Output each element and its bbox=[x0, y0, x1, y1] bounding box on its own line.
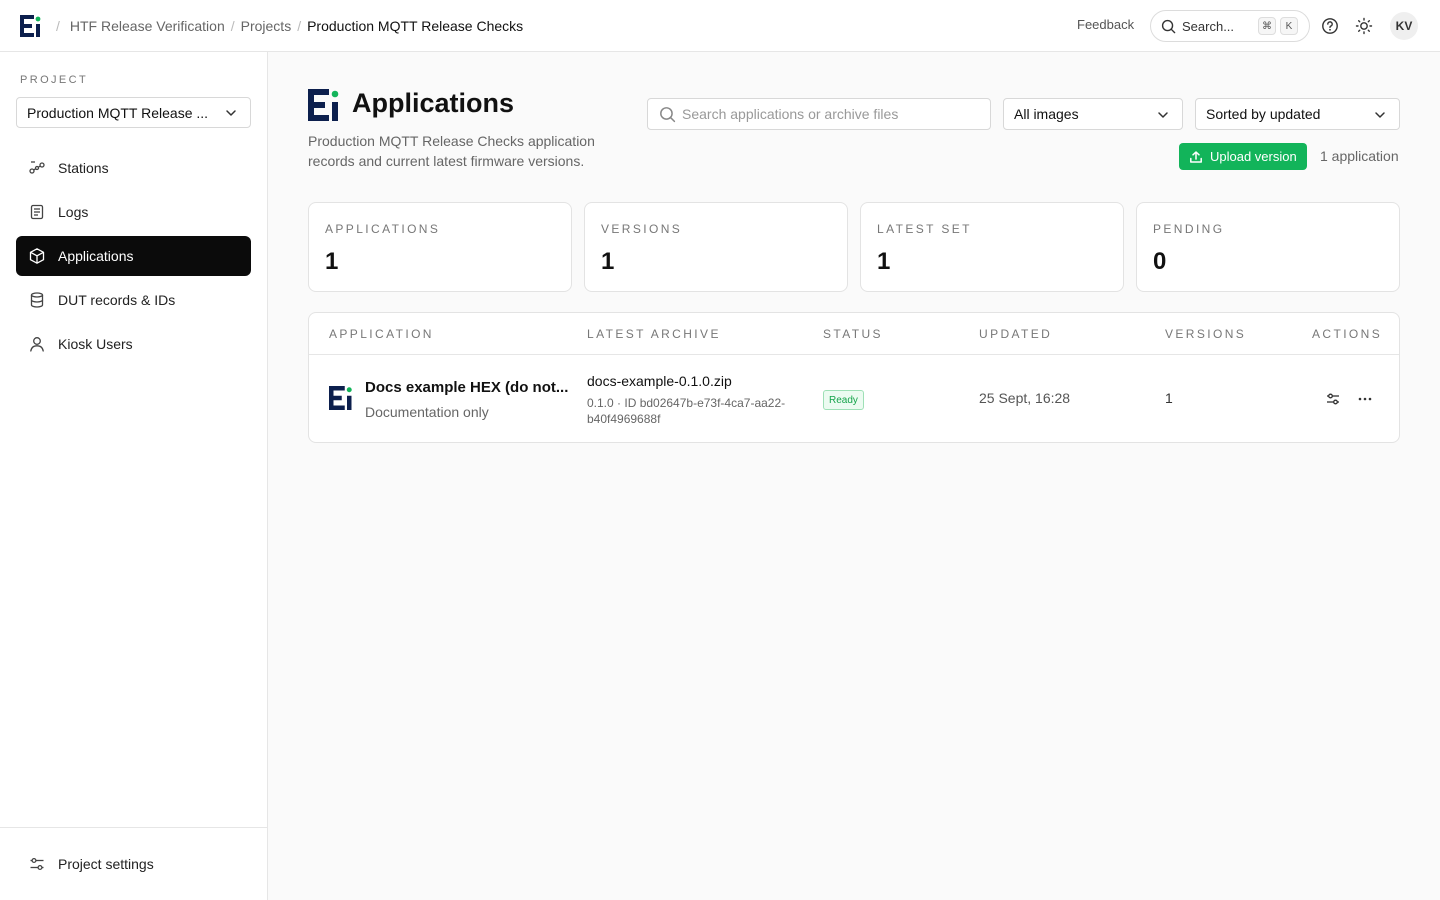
stat-card-latest-set: LATEST SET 1 bbox=[860, 202, 1124, 292]
breadcrumb-projects[interactable]: Projects bbox=[241, 18, 292, 34]
breadcrumb-separator: / bbox=[230, 18, 235, 34]
more-options-icon[interactable] bbox=[1356, 390, 1374, 408]
sidebar-item-label: Kiosk Users bbox=[58, 336, 133, 352]
column-header-latest-archive: LATEST ARCHIVE bbox=[587, 327, 721, 341]
image-filter-value: All images bbox=[1014, 106, 1079, 122]
feedback-button[interactable]: Feedback bbox=[1077, 17, 1134, 32]
page-description: Production MQTT Release Checks applicati… bbox=[308, 133, 595, 169]
breadcrumb-org[interactable]: HTF Release Verification bbox=[70, 18, 225, 34]
archive-filename: docs-example-0.1.0.zip bbox=[587, 373, 732, 389]
chevron-down-icon bbox=[1158, 112, 1168, 118]
search-icon bbox=[1161, 19, 1176, 33]
column-header-application: APPLICATION bbox=[329, 327, 434, 341]
project-settings-label: Project settings bbox=[58, 856, 154, 872]
sidebar-item-stations[interactable]: Stations bbox=[16, 148, 251, 188]
application-subtitle: Documentation only bbox=[365, 404, 489, 420]
stat-value: 0 bbox=[1153, 248, 1167, 275]
stat-card-applications: APPLICATIONS 1 bbox=[308, 202, 572, 292]
sidebar-item-label: Logs bbox=[58, 204, 89, 220]
stat-label: VERSIONS bbox=[601, 222, 683, 236]
search-icon bbox=[660, 107, 676, 123]
archive-meta: 0.1.0 · ID bd02647b-e73f-4ca7-aa22-b40f4… bbox=[587, 396, 786, 426]
sun-icon[interactable] bbox=[1355, 17, 1373, 35]
global-search-label: Search... bbox=[1182, 18, 1235, 34]
project-select-value: Production MQTT Release ... bbox=[27, 104, 209, 121]
sidebar-item-kiosk-users[interactable]: Kiosk Users bbox=[16, 324, 251, 364]
stat-value: 1 bbox=[877, 248, 891, 275]
sidebar-item-applications[interactable]: Applications bbox=[16, 236, 251, 276]
table-row[interactable]: Docs example HEX (do not... Documentatio… bbox=[309, 355, 1399, 443]
stat-label: LATEST SET bbox=[877, 222, 972, 236]
shortcut-key-cmd: ⌘ bbox=[1258, 17, 1276, 35]
application-search bbox=[647, 98, 991, 130]
updated-timestamp: 25 Sept, 16:28 bbox=[979, 390, 1071, 406]
sidebar-item-label: DUT records & IDs bbox=[58, 292, 176, 308]
logs-icon bbox=[30, 204, 44, 220]
column-header-updated: UPDATED bbox=[979, 327, 1053, 341]
chevron-down-icon bbox=[226, 110, 236, 116]
chevron-down-icon bbox=[1375, 112, 1385, 118]
column-header-versions: VERSIONS bbox=[1165, 327, 1247, 341]
stat-label: PENDING bbox=[1153, 222, 1225, 236]
sidebar-item-logs[interactable]: Logs bbox=[16, 192, 251, 232]
column-header-actions: ACTIONS bbox=[1312, 327, 1383, 341]
breadcrumb-current: Production MQTT Release Checks bbox=[307, 18, 524, 34]
global-search-button[interactable]: Search... ⌘ K bbox=[1150, 10, 1310, 42]
top-bar: / HTF Release Verification / Projects / … bbox=[0, 0, 1440, 52]
help-icon[interactable] bbox=[1321, 17, 1339, 35]
column-header-status: STATUS bbox=[823, 327, 883, 341]
sort-select[interactable]: Sorted by updated bbox=[1195, 98, 1400, 130]
applications-table: APPLICATION LATEST ARCHIVE STATUS UPDATE… bbox=[308, 312, 1400, 443]
search-input[interactable] bbox=[682, 99, 982, 129]
page-title: Applications bbox=[352, 88, 515, 118]
brand-logo-icon[interactable] bbox=[20, 15, 42, 37]
upload-icon bbox=[1190, 150, 1202, 163]
breadcrumb: / HTF Release Verification / Projects / … bbox=[56, 0, 523, 52]
stat-card-pending: PENDING 0 bbox=[1136, 202, 1400, 292]
stations-icon bbox=[29, 161, 45, 174]
application-logo-icon bbox=[329, 386, 352, 410]
package-icon bbox=[29, 248, 45, 264]
table-header: APPLICATION LATEST ARCHIVE STATUS UPDATE… bbox=[309, 313, 1399, 355]
user-icon bbox=[30, 337, 44, 352]
project-settings-button[interactable]: Project settings bbox=[16, 844, 251, 884]
database-icon bbox=[30, 292, 44, 308]
version-count: 1 bbox=[1165, 390, 1173, 406]
brand-logo-icon bbox=[308, 89, 339, 121]
sidebar-item-label: Stations bbox=[58, 160, 109, 176]
sort-value: Sorted by updated bbox=[1206, 106, 1321, 122]
stat-card-versions: VERSIONS 1 bbox=[584, 202, 848, 292]
project-select[interactable]: Production MQTT Release ... bbox=[16, 97, 251, 128]
project-label: PROJECT bbox=[20, 74, 89, 86]
application-name-link[interactable]: Docs example HEX (do not... bbox=[365, 379, 575, 396]
upload-version-button[interactable]: Upload version bbox=[1179, 143, 1307, 170]
stat-value: 1 bbox=[601, 248, 615, 275]
image-filter-select[interactable]: All images bbox=[1003, 98, 1183, 130]
sidebar-item-label: Applications bbox=[58, 248, 134, 264]
stat-label: APPLICATIONS bbox=[325, 222, 441, 236]
shortcut-key-k: K bbox=[1280, 17, 1298, 35]
configure-icon[interactable] bbox=[1324, 390, 1342, 408]
avatar[interactable]: KV bbox=[1390, 12, 1418, 40]
application-count: 1 application bbox=[1320, 148, 1399, 164]
sidebar: PROJECT Production MQTT Release ... Stat… bbox=[0, 52, 268, 900]
stat-value: 1 bbox=[325, 248, 339, 275]
breadcrumb-separator: / bbox=[56, 18, 60, 34]
breadcrumb-separator: / bbox=[297, 18, 302, 34]
upload-version-label: Upload version bbox=[1210, 149, 1297, 164]
settings-sliders-icon bbox=[30, 857, 44, 871]
sidebar-footer: Project settings bbox=[0, 827, 267, 900]
status-badge: Ready bbox=[823, 390, 864, 410]
sidebar-item-dut-records[interactable]: DUT records & IDs bbox=[16, 280, 251, 320]
